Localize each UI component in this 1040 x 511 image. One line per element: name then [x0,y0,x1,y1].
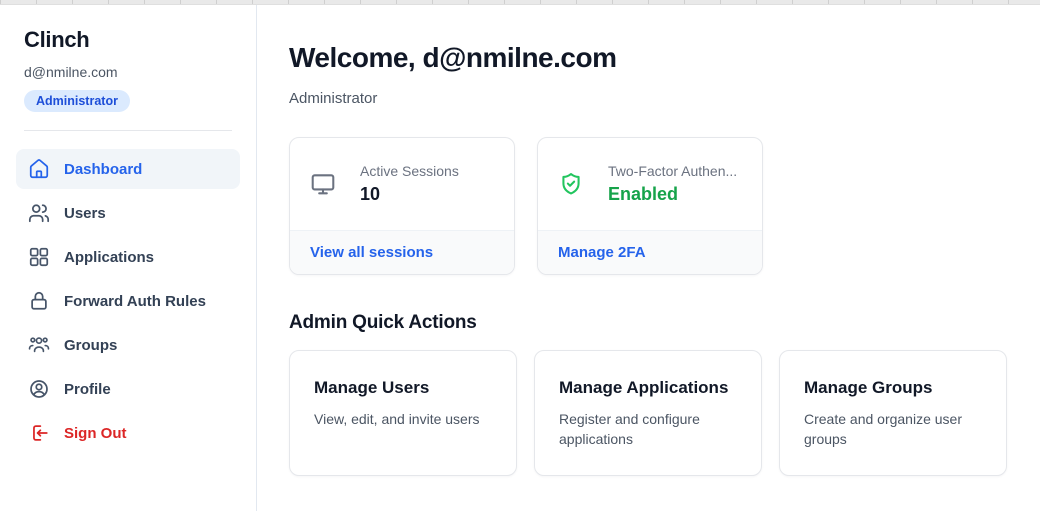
stat-value: Enabled [608,184,737,205]
users-icon [28,202,50,224]
role-subheading: Administrator [289,90,1008,107]
role-badge: Administrator [24,90,130,112]
app-window: Clinch d@nmilne.com Administrator Dashbo… [0,0,1040,511]
active-sessions-card-body: Active Sessions 10 [290,138,514,230]
active-sessions-text: Active Sessions 10 [360,163,459,205]
sidebar-item-label: Dashboard [64,161,142,178]
manage-groups-card[interactable]: Manage Groups Create and organize user g… [779,350,1007,476]
sidebar-item-sign-out[interactable]: Sign Out [16,413,240,453]
quick-action-title: Manage Applications [559,378,737,398]
welcome-heading: Welcome, d@nmilne.com [289,42,1008,74]
sidebar-item-users[interactable]: Users [16,193,240,233]
two-factor-card-body: Two-Factor Authen... Enabled [538,138,762,230]
user-email: d@nmilne.com [24,64,232,80]
sidebar-item-label: Sign Out [64,425,127,442]
stat-label: Two-Factor Authen... [608,163,737,179]
quick-action-description: View, edit, and invite users [314,409,492,429]
sidebar-item-label: Forward Auth Rules [64,293,206,310]
quick-action-title: Manage Groups [804,378,982,398]
sidebar-item-label: Applications [64,249,154,266]
lock-icon [28,290,50,312]
monitor-icon [310,171,336,197]
stat-label: Active Sessions [360,163,459,179]
manage-2fa-link[interactable]: Manage 2FA [558,244,646,261]
two-factor-text: Two-Factor Authen... Enabled [608,163,737,205]
sidebar-item-label: Groups [64,337,117,354]
active-sessions-card: Active Sessions 10 View all sessions [289,137,515,275]
app-title: Clinch [24,27,232,53]
sidebar-nav: Dashboard Users [0,131,256,453]
quick-actions-heading: Admin Quick Actions [289,312,1008,334]
main-content: Welcome, d@nmilne.com Administrator Acti… [257,0,1040,511]
quick-action-title: Manage Users [314,378,492,398]
quick-action-description: Create and organize user groups [804,409,982,450]
two-factor-card-footer: Manage 2FA [538,230,762,274]
sidebar-item-label: Profile [64,381,111,398]
quick-action-description: Register and configure applications [559,409,737,450]
profile-icon [28,378,50,400]
two-factor-card: Two-Factor Authen... Enabled Manage 2FA [537,137,763,275]
sidebar: Clinch d@nmilne.com Administrator Dashbo… [0,0,257,511]
manage-applications-card[interactable]: Manage Applications Register and configu… [534,350,762,476]
shield-check-icon [558,171,584,197]
quick-actions-row: Manage Users View, edit, and invite user… [289,350,1008,476]
grid-icon [28,246,50,268]
browser-edge-strip [0,0,1040,5]
sidebar-header: Clinch d@nmilne.com Administrator [0,27,256,112]
home-icon [28,158,50,180]
sidebar-item-applications[interactable]: Applications [16,237,240,277]
groups-icon [28,334,50,356]
sidebar-item-profile[interactable]: Profile [16,369,240,409]
sidebar-item-label: Users [64,205,106,222]
sidebar-item-dashboard[interactable]: Dashboard [16,149,240,189]
manage-users-card[interactable]: Manage Users View, edit, and invite user… [289,350,517,476]
sidebar-item-forward-auth-rules[interactable]: Forward Auth Rules [16,281,240,321]
sidebar-item-groups[interactable]: Groups [16,325,240,365]
active-sessions-card-footer: View all sessions [290,230,514,274]
sign-out-icon [28,422,50,444]
view-all-sessions-link[interactable]: View all sessions [310,244,433,261]
stat-card-row: Active Sessions 10 View all sessions [289,137,1008,275]
stat-value: 10 [360,184,459,205]
